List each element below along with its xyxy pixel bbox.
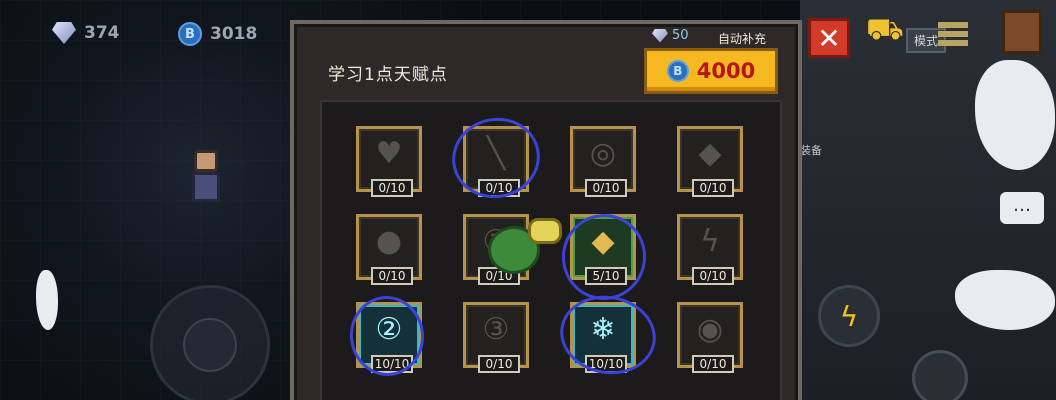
movement-joystick[interactable] [150, 285, 270, 400]
shop-cart-icon[interactable]: ⛟ [866, 12, 910, 52]
gem-badge-count: 50 [672, 28, 689, 43]
number-three-icon: ③ [482, 312, 510, 347]
chat-icon[interactable]: … [1000, 192, 1044, 224]
coin-counter: B 3018 [178, 22, 257, 46]
talent-slot[interactable]: ● 0/10 [356, 214, 422, 285]
talent-level: 0/10 [478, 179, 520, 197]
talent-level: 10/10 [371, 355, 413, 373]
cost-value: 4000 [696, 59, 756, 83]
drop-icon: ◆ [698, 136, 722, 171]
talent-slot[interactable]: ♥ 0/10 [356, 126, 422, 197]
talent-slot[interactable]: ② 10/10 [356, 302, 422, 373]
snowflake-icon: ❄ [590, 312, 616, 347]
number-two-icon: ② [375, 312, 403, 347]
joystick-knob[interactable] [183, 318, 237, 372]
heart-icon: ♥ [375, 136, 403, 171]
menu-icon[interactable] [938, 22, 968, 52]
talent-level: 0/10 [692, 355, 734, 373]
learn-talent-button[interactable]: B 4000 [644, 48, 778, 94]
talent-level: 0/10 [371, 179, 413, 197]
panel-title: 学习1点天赋点 [328, 65, 448, 85]
talent-slot[interactable]: ◎ 0/10 [570, 126, 636, 197]
coin-count: 3018 [210, 24, 258, 44]
bone-icon: ╲ [486, 136, 506, 171]
talent-level: 0/10 [585, 179, 627, 197]
orbs-icon: ● [375, 224, 403, 259]
action-button[interactable] [912, 350, 968, 400]
talent-slot[interactable]: ❄ 10/10 [570, 302, 636, 373]
coin-icon: B [178, 22, 202, 46]
gem-counter: 374 [52, 22, 120, 44]
player-character [184, 150, 228, 210]
snow-patch [36, 270, 58, 330]
auto-refill-toggle[interactable]: 自动补充 [718, 30, 766, 47]
lightning-icon: ϟ [700, 224, 720, 259]
gem-count: 374 [84, 23, 120, 43]
gold-diamond-icon: ◆ [591, 224, 615, 259]
gem-icon [652, 28, 668, 43]
equip-label: 装备 [800, 144, 822, 157]
gem-icon [52, 22, 76, 44]
book-icon[interactable] [1002, 10, 1042, 54]
lightning-skill-button[interactable]: ϟ [818, 285, 880, 347]
talent-slot[interactable]: ╲ 0/10 [463, 126, 529, 197]
talent-level: 10/10 [585, 355, 627, 373]
swirl-icon: ◎ [589, 136, 617, 171]
talent-level: 0/10 [478, 355, 520, 373]
gem-badge: 50 [652, 28, 689, 43]
talent-level: 0/10 [692, 267, 734, 285]
coin-icon: B [666, 60, 689, 82]
talent-slot[interactable]: ϟ 0/10 [677, 214, 743, 285]
talent-panel: 学习1点天赋点 50 自动补充 B 4000 ♥ 0/10 ╲ 0/10 ◎ 0/10 ◆ 0… [290, 20, 802, 400]
talent-level: 5/10 [585, 267, 627, 285]
talent-slot[interactable]: ◆ 5/10 [570, 214, 636, 285]
talent-level: 0/10 [692, 179, 734, 197]
eye-icon: ◉ [696, 312, 724, 347]
talent-slot[interactable]: ③ 0/10 [463, 302, 529, 373]
talent-slot[interactable]: ◆ 0/10 [677, 126, 743, 197]
talent-slot[interactable]: ◉ 0/10 [677, 302, 743, 373]
close-button[interactable]: ✕ [808, 18, 850, 58]
snail-pet [488, 218, 568, 274]
talent-level: 0/10 [371, 267, 413, 285]
